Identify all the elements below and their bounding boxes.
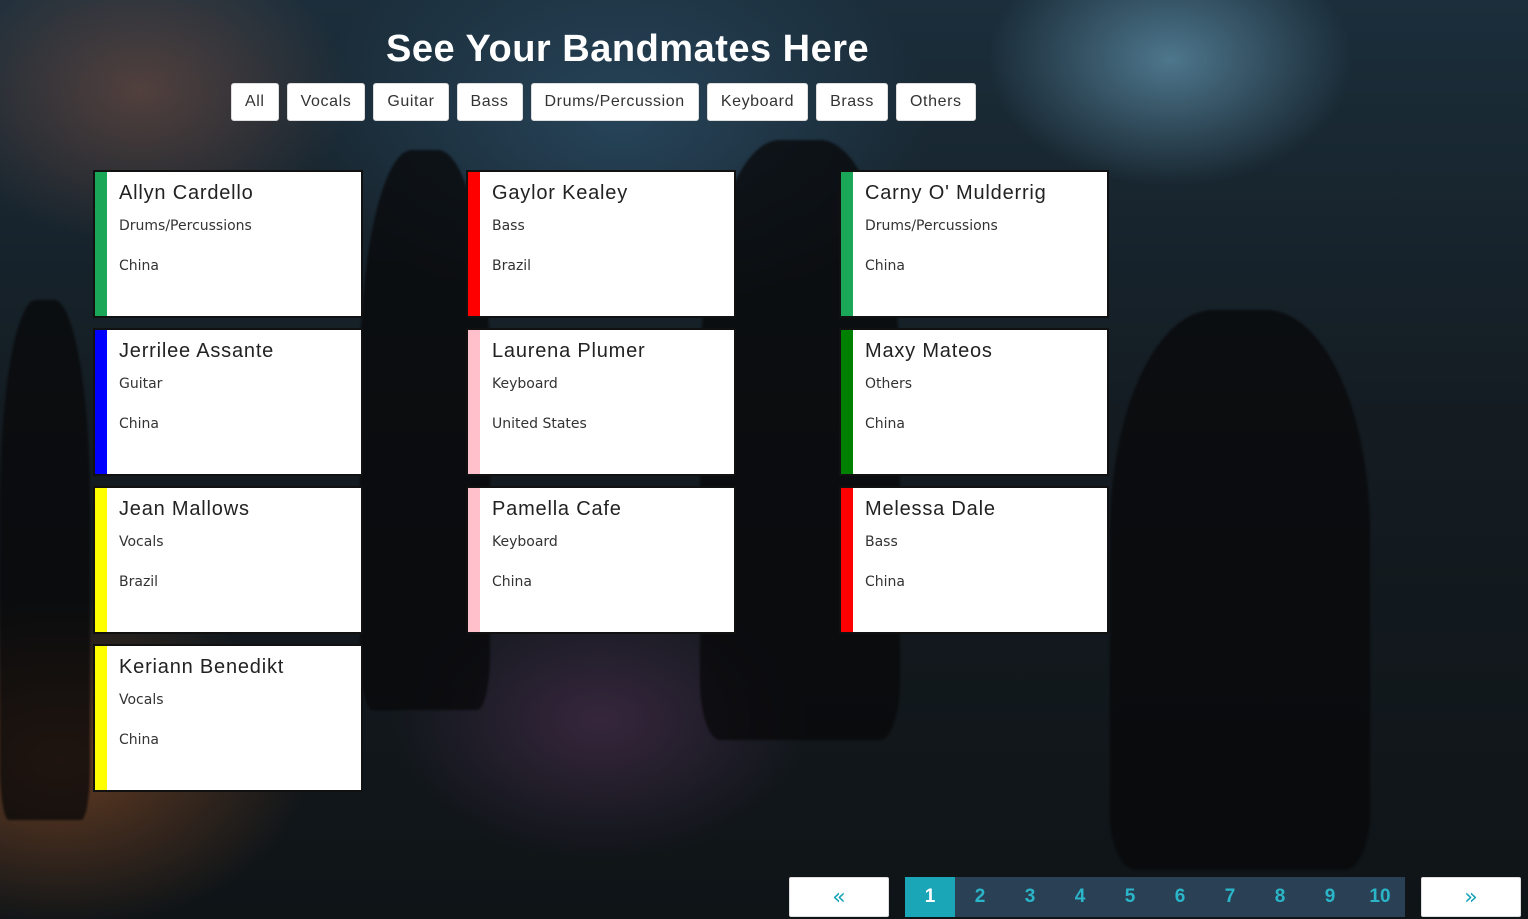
page-5-button[interactable]: 5 bbox=[1105, 877, 1155, 917]
bandmate-instrument: Keyboard bbox=[492, 376, 558, 392]
bandmate-card[interactable]: Allyn Cardello Drums/Percussions China bbox=[93, 170, 363, 318]
instrument-color-bar bbox=[841, 488, 853, 632]
bandmate-country: China bbox=[865, 416, 905, 432]
filter-bass-button[interactable]: Bass bbox=[456, 83, 523, 121]
bandmate-instrument: Guitar bbox=[119, 376, 163, 392]
bandmate-instrument: Drums/Percussions bbox=[865, 218, 998, 234]
filter-brass-button[interactable]: Brass bbox=[816, 83, 889, 121]
pagination-next-button[interactable]: » bbox=[1421, 877, 1521, 917]
page-8-button[interactable]: 8 bbox=[1255, 877, 1305, 917]
bandmate-card[interactable]: Carny O' Mulderrig Drums/Percussions Chi… bbox=[839, 170, 1109, 318]
bandmate-card[interactable]: Jean Mallows Vocals Brazil bbox=[93, 486, 363, 634]
bandmate-card[interactable]: Jerrilee Assante Guitar China bbox=[93, 328, 363, 476]
filter-others-button[interactable]: Others bbox=[896, 83, 976, 121]
pagination-prev-button[interactable]: « bbox=[789, 877, 889, 917]
bandmate-instrument: Others bbox=[865, 376, 913, 392]
bandmate-instrument: Vocals bbox=[119, 534, 164, 550]
bandmate-name: Keriann Benedikt bbox=[119, 656, 285, 678]
bandmate-instrument: Keyboard bbox=[492, 534, 558, 550]
page-9-button[interactable]: 9 bbox=[1305, 877, 1355, 917]
bandmate-country: Brazil bbox=[119, 574, 159, 590]
instrument-color-bar bbox=[95, 172, 107, 316]
bandmate-name: Melessa Dale bbox=[865, 498, 996, 520]
bandmate-name: Jean Mallows bbox=[119, 498, 250, 520]
pagination: 1 2 3 4 5 6 7 8 9 10 bbox=[905, 877, 1405, 917]
bandmate-card[interactable]: Pamella Cafe Keyboard China bbox=[466, 486, 736, 634]
filter-bar: All Vocals Guitar Bass Drums/Percussion … bbox=[231, 83, 976, 121]
page-title: See Your Bandmates Here bbox=[386, 28, 870, 70]
bandmate-country: China bbox=[119, 258, 159, 274]
bandmate-instrument: Drums/Percussions bbox=[119, 218, 252, 234]
bandmate-name: Carny O' Mulderrig bbox=[865, 182, 1047, 204]
bandmate-country: China bbox=[492, 574, 532, 590]
bandmate-card[interactable]: Gaylor Kealey Bass Brazil bbox=[466, 170, 736, 318]
instrument-color-bar bbox=[95, 488, 107, 632]
instrument-color-bar bbox=[468, 172, 480, 316]
bandmate-name: Maxy Mateos bbox=[865, 340, 993, 362]
page-10-button[interactable]: 10 bbox=[1355, 877, 1405, 917]
instrument-color-bar bbox=[841, 330, 853, 474]
bandmate-name: Gaylor Kealey bbox=[492, 182, 629, 204]
bandmate-country: China bbox=[865, 574, 905, 590]
page-7-button[interactable]: 7 bbox=[1205, 877, 1255, 917]
instrument-color-bar bbox=[468, 330, 480, 474]
filter-keyboard-button[interactable]: Keyboard bbox=[706, 83, 809, 121]
bandmate-name: Allyn Cardello bbox=[119, 182, 254, 204]
filter-guitar-button[interactable]: Guitar bbox=[373, 83, 449, 121]
bandmate-country: China bbox=[865, 258, 905, 274]
filter-all-button[interactable]: All bbox=[231, 83, 279, 121]
bandmate-country: United States bbox=[492, 416, 587, 432]
instrument-color-bar bbox=[95, 330, 107, 474]
instrument-color-bar bbox=[95, 646, 107, 790]
bandmate-name: Laurena Plumer bbox=[492, 340, 646, 362]
bandmate-country: Brazil bbox=[492, 258, 532, 274]
bandmate-country: China bbox=[119, 732, 159, 748]
bandmate-instrument: Bass bbox=[865, 534, 898, 550]
page-6-button[interactable]: 6 bbox=[1155, 877, 1205, 917]
bandmate-card[interactable]: Laurena Plumer Keyboard United States bbox=[466, 328, 736, 476]
bandmate-name: Pamella Cafe bbox=[492, 498, 622, 520]
filter-drums-button[interactable]: Drums/Percussion bbox=[530, 83, 699, 121]
bandmate-card[interactable]: Maxy Mateos Others China bbox=[839, 328, 1109, 476]
page-4-button[interactable]: 4 bbox=[1055, 877, 1105, 917]
instrument-color-bar bbox=[468, 488, 480, 632]
bandmate-name: Jerrilee Assante bbox=[119, 340, 275, 362]
bandmate-instrument: Bass bbox=[492, 218, 525, 234]
bandmate-card[interactable]: Melessa Dale Bass China bbox=[839, 486, 1109, 634]
filter-vocals-button[interactable]: Vocals bbox=[286, 83, 366, 121]
instrument-color-bar bbox=[841, 172, 853, 316]
bandmate-country: China bbox=[119, 416, 159, 432]
bandmate-card[interactable]: Keriann Benedikt Vocals China bbox=[93, 644, 363, 792]
page-2-button[interactable]: 2 bbox=[955, 877, 1005, 917]
bandmate-instrument: Vocals bbox=[119, 692, 164, 708]
page-1-button[interactable]: 1 bbox=[905, 877, 955, 917]
page-3-button[interactable]: 3 bbox=[1005, 877, 1055, 917]
